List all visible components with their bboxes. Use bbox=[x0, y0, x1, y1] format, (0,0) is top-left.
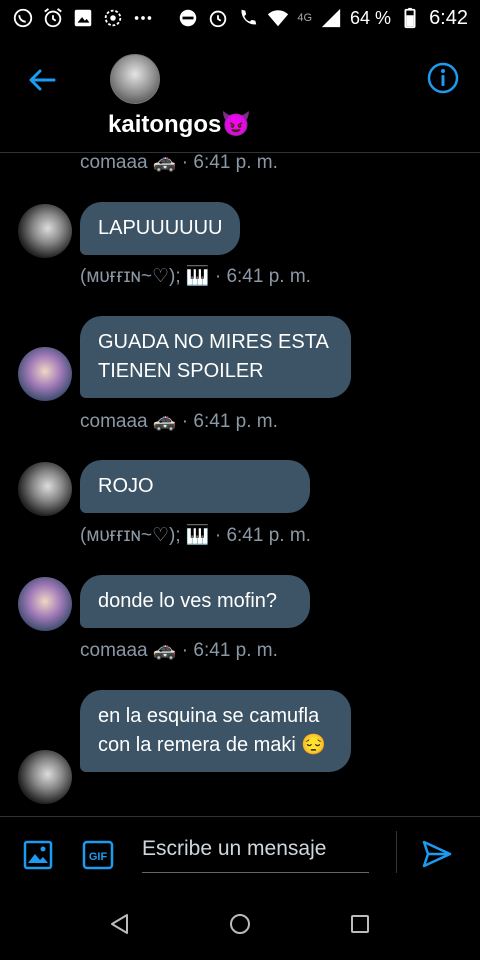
message-meta: comaaa 🚓 · 6:41 p. m. bbox=[80, 640, 278, 661]
message-bubble[interactable]: LAPUUUUUU bbox=[80, 202, 240, 255]
network-label: 4G bbox=[297, 12, 313, 24]
alarm-icon bbox=[210, 10, 227, 28]
avatar[interactable] bbox=[18, 204, 72, 258]
nav-back-icon[interactable] bbox=[108, 912, 132, 936]
nav-recent-icon[interactable] bbox=[348, 912, 372, 936]
system-navbar bbox=[0, 888, 480, 960]
composer-divider bbox=[396, 831, 397, 873]
message-meta: (ᴍᴜғғɪɴ~♡); 🎹 · 6:41 p. m. bbox=[80, 525, 311, 546]
call-4g-icon bbox=[241, 9, 257, 25]
info-icon[interactable] bbox=[427, 62, 459, 94]
gif-icon[interactable]: GIF bbox=[82, 839, 114, 871]
battery-percent: 64 % bbox=[350, 7, 392, 28]
message-meta: comaaa 🚓 · 6:41 p. m. bbox=[80, 411, 278, 432]
clock: 6:42 bbox=[429, 6, 468, 29]
signal-4g-icon bbox=[321, 8, 341, 28]
status-right: 4G 64 % 6:42 bbox=[177, 7, 468, 30]
group-avatar[interactable] bbox=[110, 54, 160, 104]
wifi-icon bbox=[268, 10, 289, 27]
avatar[interactable] bbox=[18, 462, 72, 516]
battery-icon bbox=[404, 7, 416, 29]
dnd-icon bbox=[180, 9, 197, 27]
message-input[interactable]: Escribe un mensaje bbox=[142, 831, 369, 873]
gif-label: GIF bbox=[89, 851, 108, 863]
image-icon[interactable] bbox=[22, 839, 54, 871]
whatsapp-icon bbox=[13, 8, 33, 28]
message-bubble[interactable]: en la esquina se camufla con la remera d… bbox=[80, 690, 351, 772]
message-composer: GIF Escribe un mensaje bbox=[0, 816, 480, 889]
settings-icon bbox=[104, 9, 122, 27]
send-icon[interactable] bbox=[420, 837, 454, 871]
status-left bbox=[12, 7, 154, 29]
message-bubble[interactable]: ROJO bbox=[80, 460, 310, 513]
message-meta: comaaa 🚓 · 6:41 p. m. bbox=[80, 152, 278, 173]
message-list[interactable]: comaaa 🚓 · 6:41 p. m. LAPUUUUUU (ᴍᴜғғɪɴ~… bbox=[0, 152, 480, 816]
avatar[interactable] bbox=[18, 577, 72, 631]
arrow-left-icon[interactable] bbox=[26, 64, 58, 96]
gallery-icon bbox=[74, 9, 92, 27]
more-icon bbox=[134, 16, 152, 20]
message-bubble[interactable]: donde lo ves mofin? bbox=[80, 575, 310, 628]
nav-home-icon[interactable] bbox=[228, 912, 252, 936]
chat-title[interactable]: kaitongos😈 bbox=[108, 110, 251, 139]
avatar[interactable] bbox=[18, 347, 72, 401]
chat-header: kaitongos😈 bbox=[0, 36, 480, 153]
alarm-icon bbox=[44, 8, 62, 28]
avatar[interactable] bbox=[18, 750, 72, 804]
status-bar: 4G 64 % 6:42 bbox=[0, 0, 480, 36]
message-bubble[interactable]: GUADA NO MIRES ESTA TIENEN SPOILER bbox=[80, 316, 351, 398]
message-meta: (ᴍᴜғғɪɴ~♡); 🎹 · 6:41 p. m. bbox=[80, 266, 311, 287]
